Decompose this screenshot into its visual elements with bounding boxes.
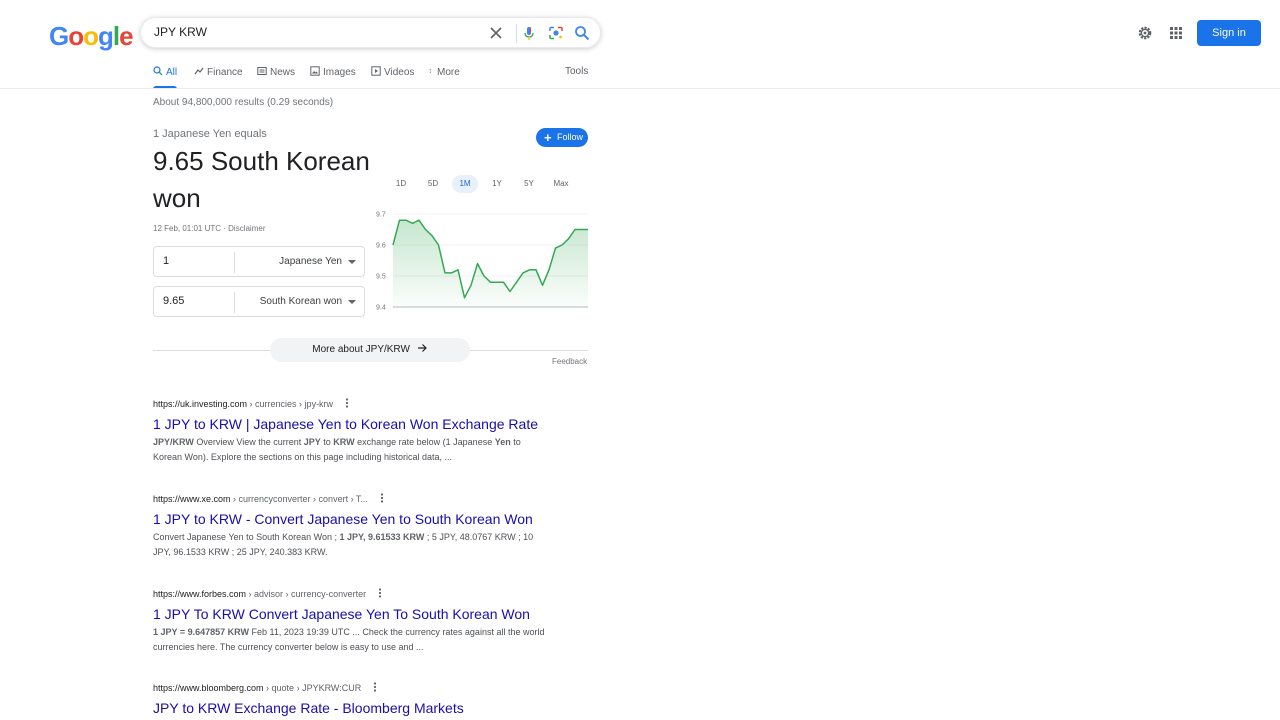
tools-button[interactable]: Tools xyxy=(565,66,588,77)
header-divider xyxy=(0,88,1280,89)
result-domain: https://www.bloomberg.com xyxy=(153,683,264,693)
exchange-rate-chart[interactable]: 9.7 9.6 9.5 9.4 xyxy=(370,206,590,316)
chart-range-selector: 1D 5D 1M 1Y 5Y Max xyxy=(388,175,588,193)
result-breadcrumb: › currencyconverter › convert › T... xyxy=(230,494,368,504)
search-result: https://www.xe.com › currencyconverter ›… xyxy=(153,492,553,559)
result-url[interactable]: https://www.bloomberg.com › quote › JPYK… xyxy=(153,681,553,693)
dropdown-arrow-icon[interactable] xyxy=(348,260,356,264)
search-box[interactable]: JPY KRW xyxy=(140,17,601,48)
range-5d[interactable]: 5D xyxy=(420,175,446,193)
search-divider xyxy=(516,24,517,43)
conversion-result: 9.65 South Korean won xyxy=(153,146,370,213)
tab-images[interactable]: Images xyxy=(310,66,356,88)
logo-letter: o xyxy=(68,21,84,51)
tab-news[interactable]: News xyxy=(257,66,295,88)
tab-label: News xyxy=(270,67,296,78)
range-1d[interactable]: 1D xyxy=(388,175,414,193)
result-url[interactable]: https://www.xe.com › currencyconverter ›… xyxy=(153,492,553,504)
y-tick-label: 9.6 xyxy=(376,243,386,250)
clear-icon[interactable] xyxy=(488,25,504,41)
result-title-link[interactable]: 1 JPY To KRW Convert Japanese Yen To Sou… xyxy=(153,605,553,623)
result-breadcrumb: › currencies › jpy-krw xyxy=(247,399,334,409)
range-1m[interactable]: 1M xyxy=(452,175,478,193)
result-domain: https://www.xe.com xyxy=(153,494,231,504)
logo-letter: o xyxy=(83,21,99,51)
settings-gear-icon[interactable] xyxy=(1137,25,1153,41)
finance-icon xyxy=(194,67,204,75)
result-url[interactable]: https://www.forbes.com › advisor › curre… xyxy=(153,587,553,599)
result-snippet: 1 JPY = 9.647857 KRW Feb 11, 2023 19:39 … xyxy=(153,627,545,652)
updated-timestamp[interactable]: 12 Feb, 01:01 UTC · Disclaimer xyxy=(153,224,265,233)
more-options-icon[interactable] xyxy=(369,681,381,693)
image-icon xyxy=(310,66,320,76)
from-currency-field[interactable]: 1 Japanese Yen xyxy=(153,246,365,277)
tab-all[interactable]: All xyxy=(153,66,178,89)
tab-label: Finance xyxy=(207,67,243,78)
video-icon xyxy=(371,66,381,76)
tab-label: All xyxy=(166,67,178,78)
arrow-right-icon xyxy=(417,344,427,352)
search-input[interactable]: JPY KRW xyxy=(154,25,207,39)
logo-letter: e xyxy=(119,21,134,51)
tab-label: More xyxy=(437,67,460,78)
range-max[interactable]: Max xyxy=(548,175,574,193)
microphone-icon[interactable] xyxy=(521,25,537,41)
result-snippet: JPY/KRW Overview View the current JPY to… xyxy=(153,437,521,462)
tab-label: Images xyxy=(323,67,356,78)
result-title-link[interactable]: 1 JPY to KRW | Japanese Yen to Korean Wo… xyxy=(153,415,553,433)
plus-icon: + xyxy=(544,130,552,145)
field-divider xyxy=(234,292,235,313)
search-result: https://www.forbes.com › advisor › curre… xyxy=(153,587,553,654)
y-tick-label: 9.7 xyxy=(376,212,386,219)
tab-more[interactable]: More xyxy=(429,66,460,88)
result-domain: https://www.forbes.com xyxy=(153,589,247,599)
camera-lens-icon[interactable] xyxy=(548,25,564,41)
more-about-button[interactable]: More about JPY/KRW xyxy=(270,338,470,362)
result-breadcrumb: › quote › JPYKRW:CUR xyxy=(263,683,362,693)
search-icon xyxy=(153,66,163,76)
result-stats: About 94,800,000 results (0.29 seconds) xyxy=(153,97,334,108)
result-url[interactable]: https://uk.investing.com › currencies › … xyxy=(153,397,553,409)
search-result: https://uk.investing.com › currencies › … xyxy=(153,397,553,464)
y-tick-label: 9.4 xyxy=(376,305,386,312)
result-domain: https://uk.investing.com xyxy=(153,399,248,409)
search-result: https://www.bloomberg.com › quote › JPYK… xyxy=(153,681,553,719)
tab-videos[interactable]: Videos xyxy=(371,66,414,88)
from-amount-input[interactable]: 1 xyxy=(163,255,233,267)
range-5y[interactable]: 5Y xyxy=(516,175,542,193)
apps-grid-icon[interactable] xyxy=(1168,25,1184,41)
to-currency-field[interactable]: 9.65 South Korean won xyxy=(153,286,365,317)
follow-button[interactable]: + Follow xyxy=(536,128,588,147)
range-1y[interactable]: 1Y xyxy=(484,175,510,193)
more-options-icon[interactable] xyxy=(376,492,388,504)
chart-area-fill xyxy=(393,220,588,307)
y-tick-label: 9.5 xyxy=(376,274,386,281)
from-currency-select[interactable]: Japanese Yen xyxy=(279,256,342,267)
tab-finance[interactable]: Finance xyxy=(194,66,243,88)
logo-letter: g xyxy=(98,21,114,51)
more-vert-icon xyxy=(429,69,431,73)
result-title-link[interactable]: JPY to KRW Exchange Rate - Bloomberg Mar… xyxy=(153,699,553,717)
more-options-icon[interactable] xyxy=(341,397,353,409)
to-amount-input[interactable]: 9.65 xyxy=(163,295,233,307)
logo-letter: G xyxy=(49,21,69,51)
feedback-link[interactable]: Feedback xyxy=(552,357,587,366)
more-about-label: More about JPY/KRW xyxy=(312,344,410,355)
field-divider xyxy=(234,252,235,273)
sign-in-button[interactable]: Sign in xyxy=(1197,20,1261,46)
dropdown-arrow-icon[interactable] xyxy=(348,300,356,304)
follow-label: Follow xyxy=(557,132,584,142)
equals-label: 1 Japanese Yen equals xyxy=(153,128,267,140)
result-breadcrumb: › advisor › currency-converter xyxy=(246,589,367,599)
result-title-link[interactable]: 1 JPY to KRW - Convert Japanese Yen to S… xyxy=(153,510,553,528)
news-icon xyxy=(257,67,267,75)
result-snippet: Convert Japanese Yen to South Korean Won… xyxy=(153,532,534,557)
to-currency-select[interactable]: South Korean won xyxy=(260,296,342,307)
google-logo[interactable]: Google xyxy=(49,21,134,52)
tab-label: Videos xyxy=(384,67,415,78)
search-icon[interactable] xyxy=(574,25,590,41)
more-options-icon[interactable] xyxy=(374,587,386,599)
